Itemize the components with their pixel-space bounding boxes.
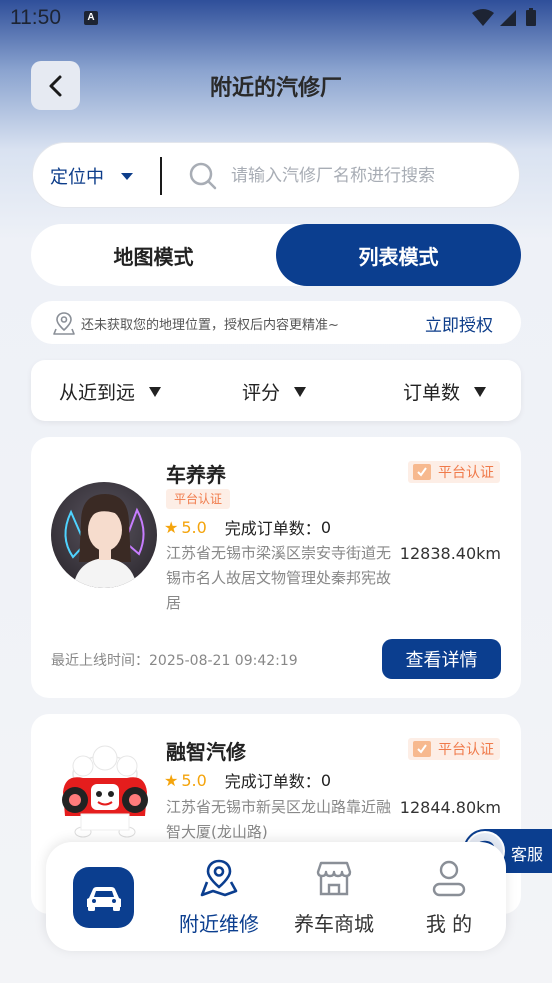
nav-mine[interactable]: 我 的: [404, 858, 494, 937]
tab-map-mode[interactable]: 地图模式: [31, 224, 276, 286]
shop-card[interactable]: 车养养 平台认证 平台认证 ★ 5.0 完成订单数： 0 江苏省无锡市梁溪区崇安…: [31, 437, 521, 698]
rating-row: ★ 5.0 完成订单数： 0: [164, 768, 331, 792]
customer-service-label: 客服: [511, 845, 544, 864]
status-icons: [472, 8, 536, 26]
nav-mine-label: 我 的: [425, 912, 473, 936]
search-icon: [189, 162, 217, 190]
mode-toggle: 地图模式 列表模式: [31, 224, 521, 286]
nav-nearby-repair-label: 附近维修: [179, 912, 259, 936]
battery-icon: [526, 10, 536, 26]
map-pin-icon: [200, 859, 238, 897]
location-notice: 还未获取您的地理位置，授权后内容更精准~ 立即授权: [31, 301, 521, 344]
wifi-icon: [472, 9, 494, 26]
cert-badge-label: 平台认证: [438, 465, 494, 481]
orders-label: 完成订单数：: [224, 772, 321, 791]
view-details-button[interactable]: 查看详情: [382, 639, 501, 679]
orders-label: 完成订单数：: [224, 519, 321, 538]
caret-down-icon[interactable]: [121, 173, 133, 180]
search-divider: [160, 157, 162, 195]
search-input[interactable]: [231, 161, 501, 191]
star-icon: ★: [164, 770, 179, 790]
car-icon: [86, 886, 121, 911]
sort-by-distance-label: 从近到远: [59, 382, 136, 404]
sort-by-rating[interactable]: 评分: [242, 378, 307, 405]
shop-name: 融智汽修: [166, 740, 246, 764]
cert-icon: [413, 464, 431, 480]
shop-distance: 12844.80km: [399, 798, 501, 817]
last-online-time: 最近上线时间：2025-08-21 09:42:19: [51, 653, 298, 669]
cert-tag: 平台认证: [166, 489, 231, 509]
shop-address: 江苏省无锡市梁溪区崇安寺街道无锡市名人故居文物管理处秦邦宪故居: [166, 544, 392, 612]
user-icon: [432, 860, 466, 897]
nav-nearby-repair[interactable]: 附近维修: [174, 858, 264, 937]
sort-by-distance[interactable]: 从近到远: [59, 378, 162, 405]
shop-avatar: [53, 744, 157, 840]
sort-by-rating-label: 评分: [242, 382, 281, 404]
home-button[interactable]: [73, 867, 134, 928]
platform-cert-badge: 平台认证: [408, 461, 500, 483]
triangle-down-icon: [474, 386, 487, 397]
rating-value: 5.0: [181, 770, 207, 790]
tab-list-mode[interactable]: 列表模式: [276, 224, 521, 286]
signal-icon: [500, 10, 516, 26]
star-icon: ★: [164, 517, 179, 537]
platform-cert-badge: 平台认证: [408, 738, 500, 760]
sort-bar: 从近到远 评分 订单数: [31, 360, 521, 421]
location-selector-label[interactable]: 定位中: [50, 163, 104, 189]
shop-name: 车养养: [166, 463, 226, 487]
nav-car-mall-label: 养车商城: [294, 912, 374, 936]
shop-avatar: [51, 482, 157, 588]
nav-car-mall[interactable]: 养车商城: [289, 858, 379, 937]
status-time: 11:50: [10, 6, 61, 29]
authorize-link[interactable]: 立即授权: [425, 311, 493, 336]
store-icon: [316, 861, 352, 896]
location-pin-icon: [53, 312, 75, 335]
shop-address: 江苏省无锡市新吴区龙山路靠近融智大厦(龙山路): [166, 798, 392, 841]
search-bar: 定位中: [32, 142, 520, 208]
cert-icon: [413, 741, 431, 757]
sort-by-orders-label: 订单数: [403, 382, 461, 404]
rating-row: ★ 5.0 完成订单数： 0: [164, 515, 331, 539]
triangle-down-icon: [294, 386, 307, 397]
orders-value: 0: [320, 517, 331, 537]
orders-value: 0: [320, 770, 331, 790]
notification-icon: A: [84, 11, 98, 25]
bottom-nav: 附近维修 养车商城 我 的: [46, 842, 506, 951]
triangle-down-icon: [149, 386, 162, 397]
page-title: 附近的汽修厂: [209, 76, 342, 101]
location-notice-text: 还未获取您的地理位置，授权后内容更精准~: [81, 318, 339, 333]
cert-badge-label: 平台认证: [438, 742, 494, 758]
rating-value: 5.0: [181, 517, 207, 537]
shop-distance: 12838.40km: [399, 544, 501, 563]
sort-by-orders[interactable]: 订单数: [403, 378, 487, 405]
